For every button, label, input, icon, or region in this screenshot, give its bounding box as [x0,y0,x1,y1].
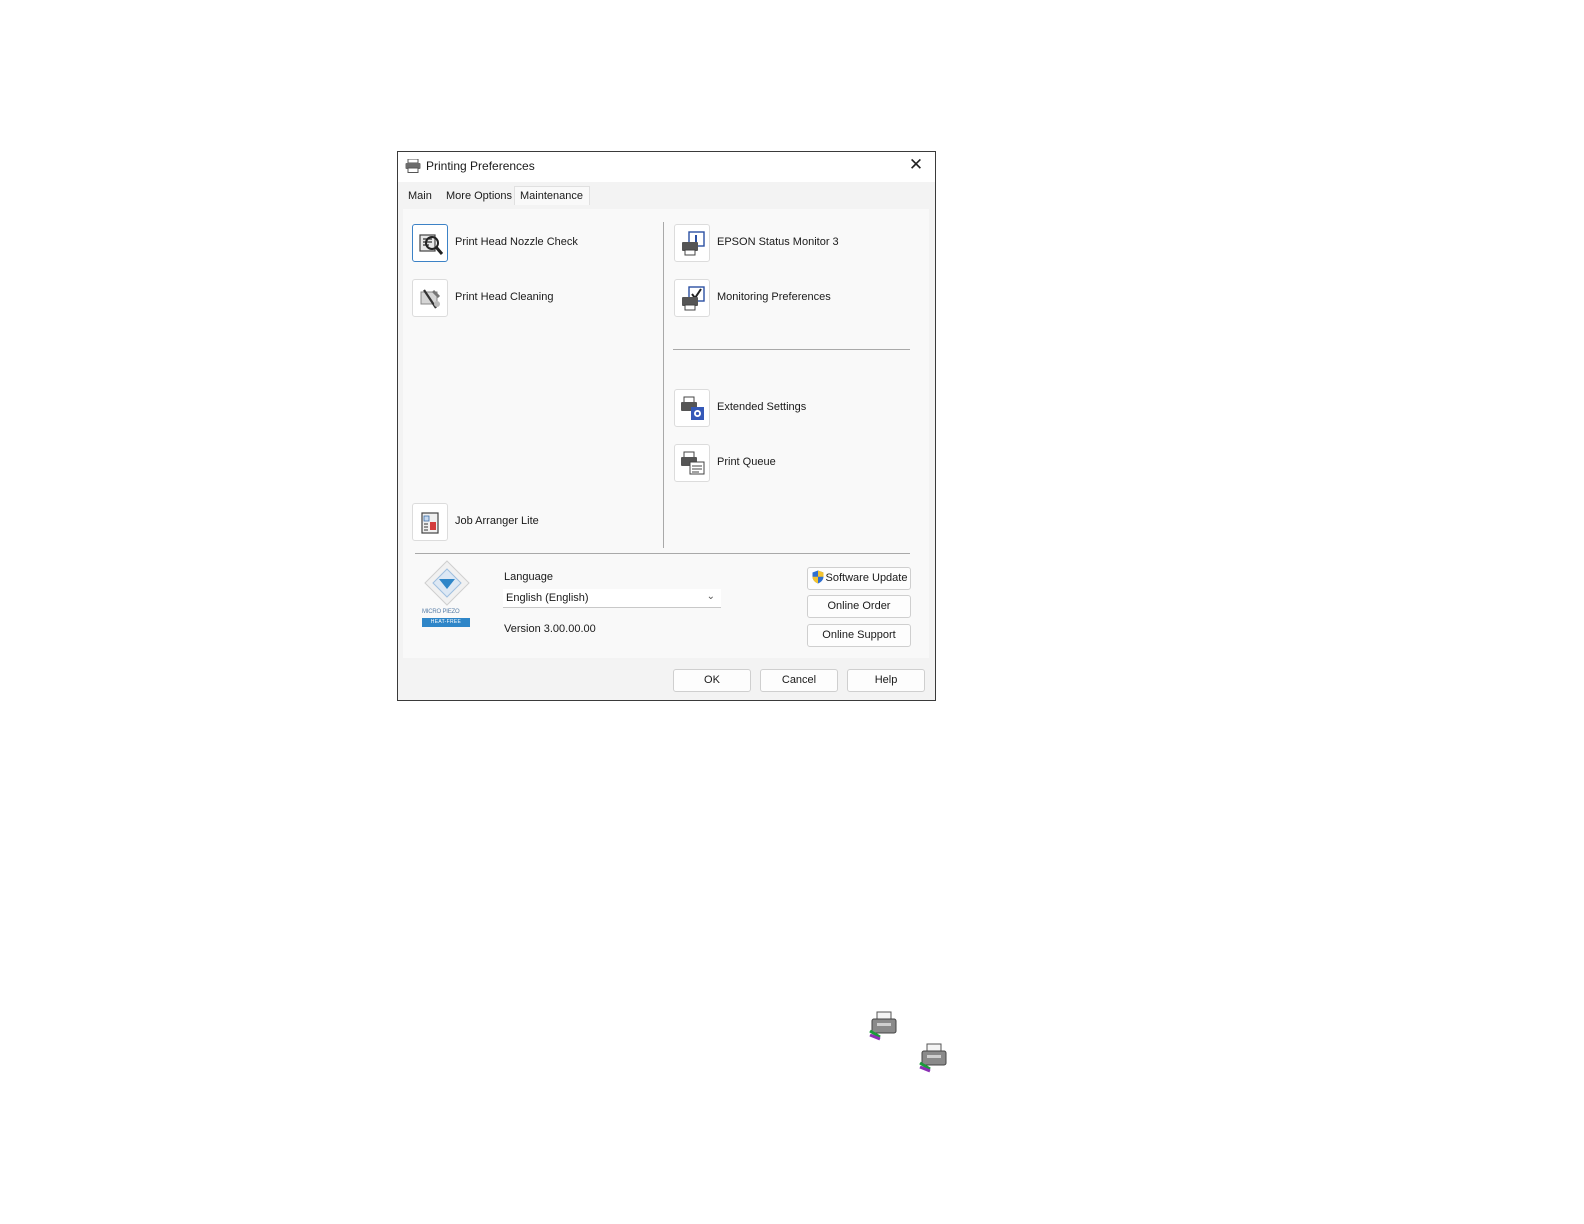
version-text: Version 3.00.00.00 [504,623,596,635]
head-cleaning-icon [420,289,441,309]
maintenance-panel: Print Head Nozzle Check Print Head Clean… [403,209,929,658]
icon-frame [674,279,710,317]
tab-more-options[interactable]: More Options [446,190,512,202]
extended-settings-icon [681,396,704,420]
bottom-divider [415,553,910,554]
monitoring-preferences-icon [682,286,705,311]
window-title: Printing Preferences [426,159,535,173]
printer-utility-icon [919,1043,947,1073]
icon-frame [412,503,448,541]
tab-maintenance[interactable]: Maintenance [514,186,590,205]
logo-text: MICRO PIEZO [422,609,460,615]
vertical-divider [663,222,664,548]
tool-label: Print Head Cleaning [455,291,554,303]
close-icon[interactable]: ✕ [907,156,925,174]
software-update-label: Software Update [825,572,908,584]
job-arranger-icon [421,512,439,534]
print-queue-icon [681,451,705,475]
shield-icon [812,570,824,584]
tool-label: Monitoring Preferences [717,291,831,303]
logo-badge: HEAT-FREE [422,618,470,627]
language-label: Language [504,571,553,583]
micro-piezo-logo: MICRO PIEZO HEAT-FREE [420,559,474,633]
help-button[interactable]: Help [847,669,925,692]
language-select[interactable]: English (English) ⌄ [503,589,721,608]
tool-label: Print Queue [717,456,776,468]
icon-frame [412,279,448,317]
status-monitor-icon [682,231,705,256]
tool-label: Job Arranger Lite [455,515,539,527]
icon-frame [674,444,710,482]
right-divider [673,349,910,350]
printing-preferences-dialog: Printing Preferences ✕ Main More Options… [397,151,936,701]
online-support-button[interactable]: Online Support [807,624,911,647]
icon-frame [674,389,710,427]
tab-main[interactable]: Main [408,190,432,202]
printer-utility-icon [869,1011,897,1041]
title-bar: Printing Preferences ✕ [398,152,935,182]
chevron-down-icon: ⌄ [706,591,715,602]
tool-label: Print Head Nozzle Check [455,236,578,248]
tool-label: EPSON Status Monitor 3 [717,236,839,248]
micro-piezo-diamond-icon [424,560,470,606]
language-value: English (English) [506,592,589,604]
icon-frame [412,224,448,262]
printer-icon [405,159,421,173]
software-update-button[interactable]: Software Update [807,567,911,590]
nozzle-check-icon [419,234,444,255]
online-order-button[interactable]: Online Order [807,595,911,618]
tool-label: Extended Settings [717,401,807,413]
cancel-button[interactable]: Cancel [760,669,838,692]
ok-button[interactable]: OK [673,669,751,692]
icon-frame [674,224,710,262]
